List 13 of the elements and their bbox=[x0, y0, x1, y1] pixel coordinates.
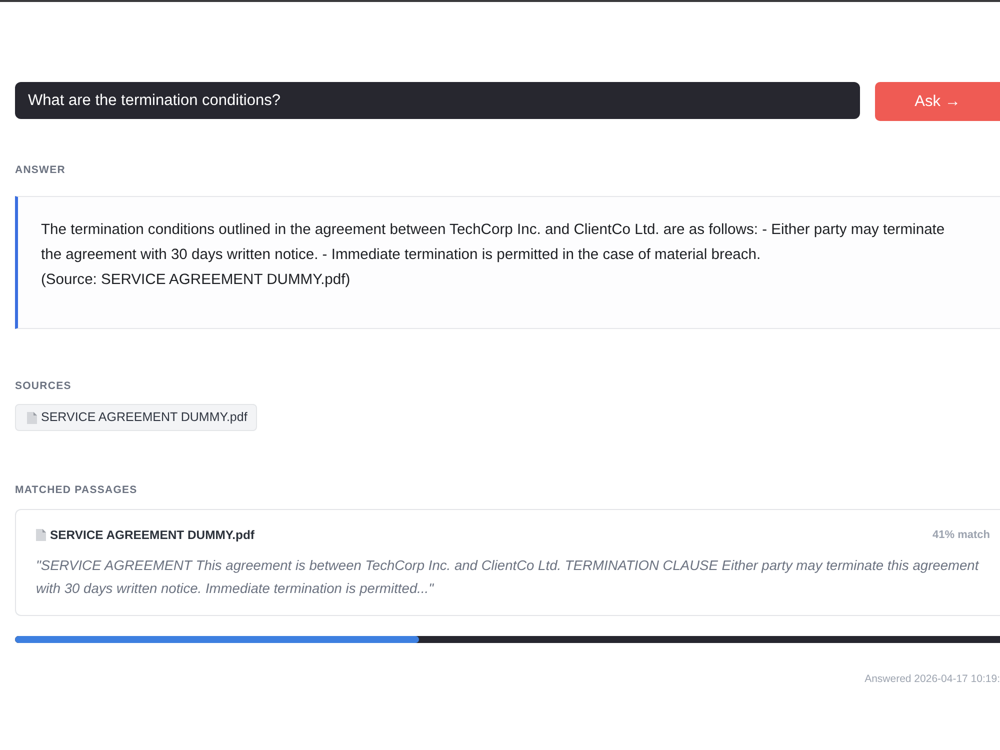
question-field[interactable]: What are the termination conditions? bbox=[15, 82, 860, 119]
passage-file-name: SERVICE AGREEMENT DUMMY.pdf bbox=[50, 527, 254, 544]
document-icon bbox=[36, 529, 46, 542]
section-heading: MATCHED PASSAGES bbox=[15, 484, 138, 497]
document-icon bbox=[27, 412, 37, 424]
section-heading: SOURCES bbox=[15, 380, 72, 393]
answered-timestamp: Answered 2026-04-17 10:19: bbox=[864, 672, 1000, 686]
source-chip[interactable]: SERVICE AGREEMENT DUMMY.pdf bbox=[15, 404, 258, 431]
match-score: 41% match bbox=[932, 528, 990, 543]
source-label: SERVICE AGREEMENT DUMMY.pdf bbox=[41, 409, 248, 426]
section-heading: ANSWER bbox=[15, 164, 66, 177]
answer-text: The termination conditions outlined in the agreement between TechCorp Inc. and ClientCo Ltd. are as follows: - Either party may terminate the agreement with 30 days written notice. - Immediate termination is permitted in the case of material breach. (Source: SERVICE AGREEMENT DUMMY.pdf) bbox=[41, 221, 946, 290]
passage-quote: "SERVICE AGREEMENT This agreement is between TechCorp Inc. and ClientCo Ltd. TERMINATION CLAUSE Either party may terminate this agreement with 30 days written notice. Immediate termination is permitted..." bbox=[36, 556, 980, 598]
